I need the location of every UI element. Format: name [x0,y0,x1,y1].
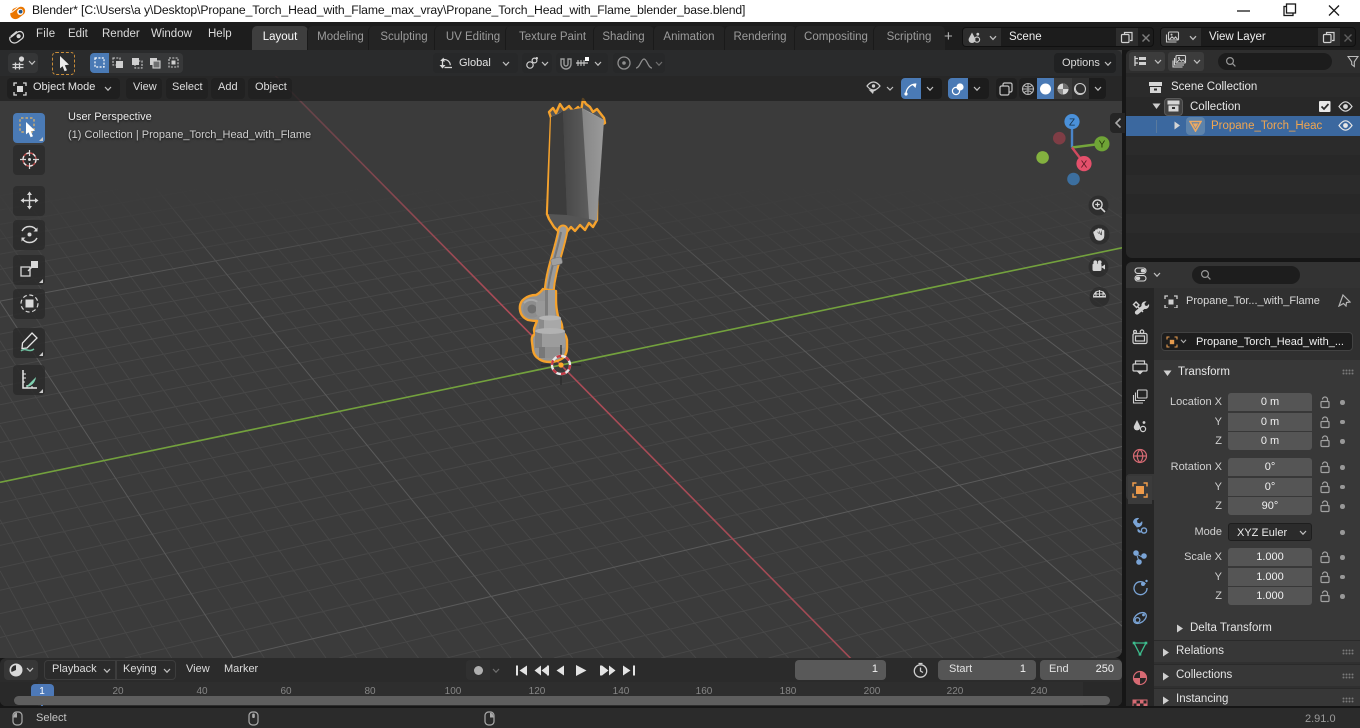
svg-text:Z: Z [1069,117,1075,128]
svg-text:X: X [1081,159,1088,170]
svg-text:Y: Y [1099,140,1106,151]
